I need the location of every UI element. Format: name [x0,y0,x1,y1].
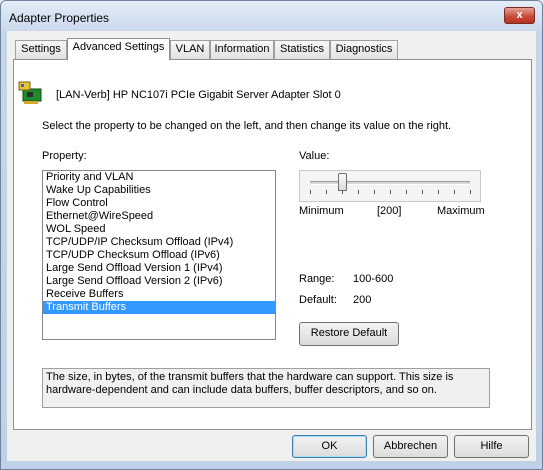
slider-max-label: Maximum [437,205,485,217]
close-icon: x [516,9,523,21]
property-item-flow-control[interactable]: Flow Control [43,197,275,210]
property-item-receive-buffers[interactable]: Receive Buffers [43,288,275,301]
ok-button[interactable]: OK [292,435,367,458]
help-button[interactable]: Hilfe [454,435,529,458]
cancel-button[interactable]: Abbrechen [373,435,448,458]
range-label: Range: [299,273,335,285]
property-item-checksum-ipv6[interactable]: TCP/UDP Checksum Offload (IPv6) [43,249,275,262]
property-label: Property: [42,150,87,162]
property-item-lso-v2[interactable]: Large Send Offload Version 2 (IPv6) [43,275,275,288]
slider-tick [470,190,471,194]
title-bar[interactable]: Adapter Properties x [1,1,542,31]
network-adapter-icon [18,81,42,104]
default-value: 200 [353,294,372,306]
instructions-text: Select the property to be changed on the… [42,120,452,132]
slider-tick [390,190,391,194]
slider-min-label: Minimum [299,205,344,217]
slider-tick [422,190,423,194]
property-item-priority-vlan[interactable]: Priority and VLAN [43,171,275,184]
value-label: Value: [299,150,330,162]
slider-tick [438,190,439,194]
close-button[interactable]: x [504,7,535,24]
tab-diagnostics[interactable]: Diagnostics [330,40,398,59]
tab-advanced-settings[interactable]: Advanced Settings [67,38,170,60]
property-item-wake-up[interactable]: Wake Up Capabilities [43,184,275,197]
window-title: Adapter Properties [9,11,110,25]
adapter-properties-window: Adapter Properties x Settings Advanced S… [0,0,543,470]
range-value: 100-600 [353,273,394,285]
slider-tick [310,190,311,194]
property-description: The size, in bytes, of the transmit buff… [42,368,490,408]
slider-tick [454,190,455,194]
slider-thumb[interactable] [338,173,347,191]
property-item-lso-v1[interactable]: Large Send Offload Version 1 (IPv4) [43,262,275,275]
property-list[interactable]: Priority and VLAN Wake Up Capabilities F… [42,170,276,340]
adapter-name: [LAN-Verb] HP NC107i PCIe Gigabit Server… [56,89,341,101]
value-slider[interactable] [299,170,481,202]
slider-current-value: [200] [377,205,402,217]
advanced-settings-panel: [LAN-Verb] HP NC107i PCIe Gigabit Server… [13,59,532,430]
slider-tick [406,190,407,194]
property-item-transmit-buffers[interactable]: Transmit Buffers [43,301,275,314]
tab-settings[interactable]: Settings [15,40,67,59]
default-label: Default: [299,294,337,306]
slider-tick [326,190,327,194]
tab-information[interactable]: Information [210,40,274,59]
slider-track [310,181,470,185]
dialog-client: Settings Advanced Settings VLAN Informat… [7,31,536,461]
tab-statistics[interactable]: Statistics [274,40,330,59]
tab-vlan[interactable]: VLAN [170,40,210,59]
restore-default-button[interactable]: Restore Default [299,322,399,346]
property-item-checksum-ipv4[interactable]: TCP/UDP/IP Checksum Offload (IPv4) [43,236,275,249]
slider-tick [358,190,359,194]
property-item-wol-speed[interactable]: WOL Speed [43,223,275,236]
slider-tick [374,190,375,194]
property-item-wirespeed[interactable]: Ethernet@WireSpeed [43,210,275,223]
